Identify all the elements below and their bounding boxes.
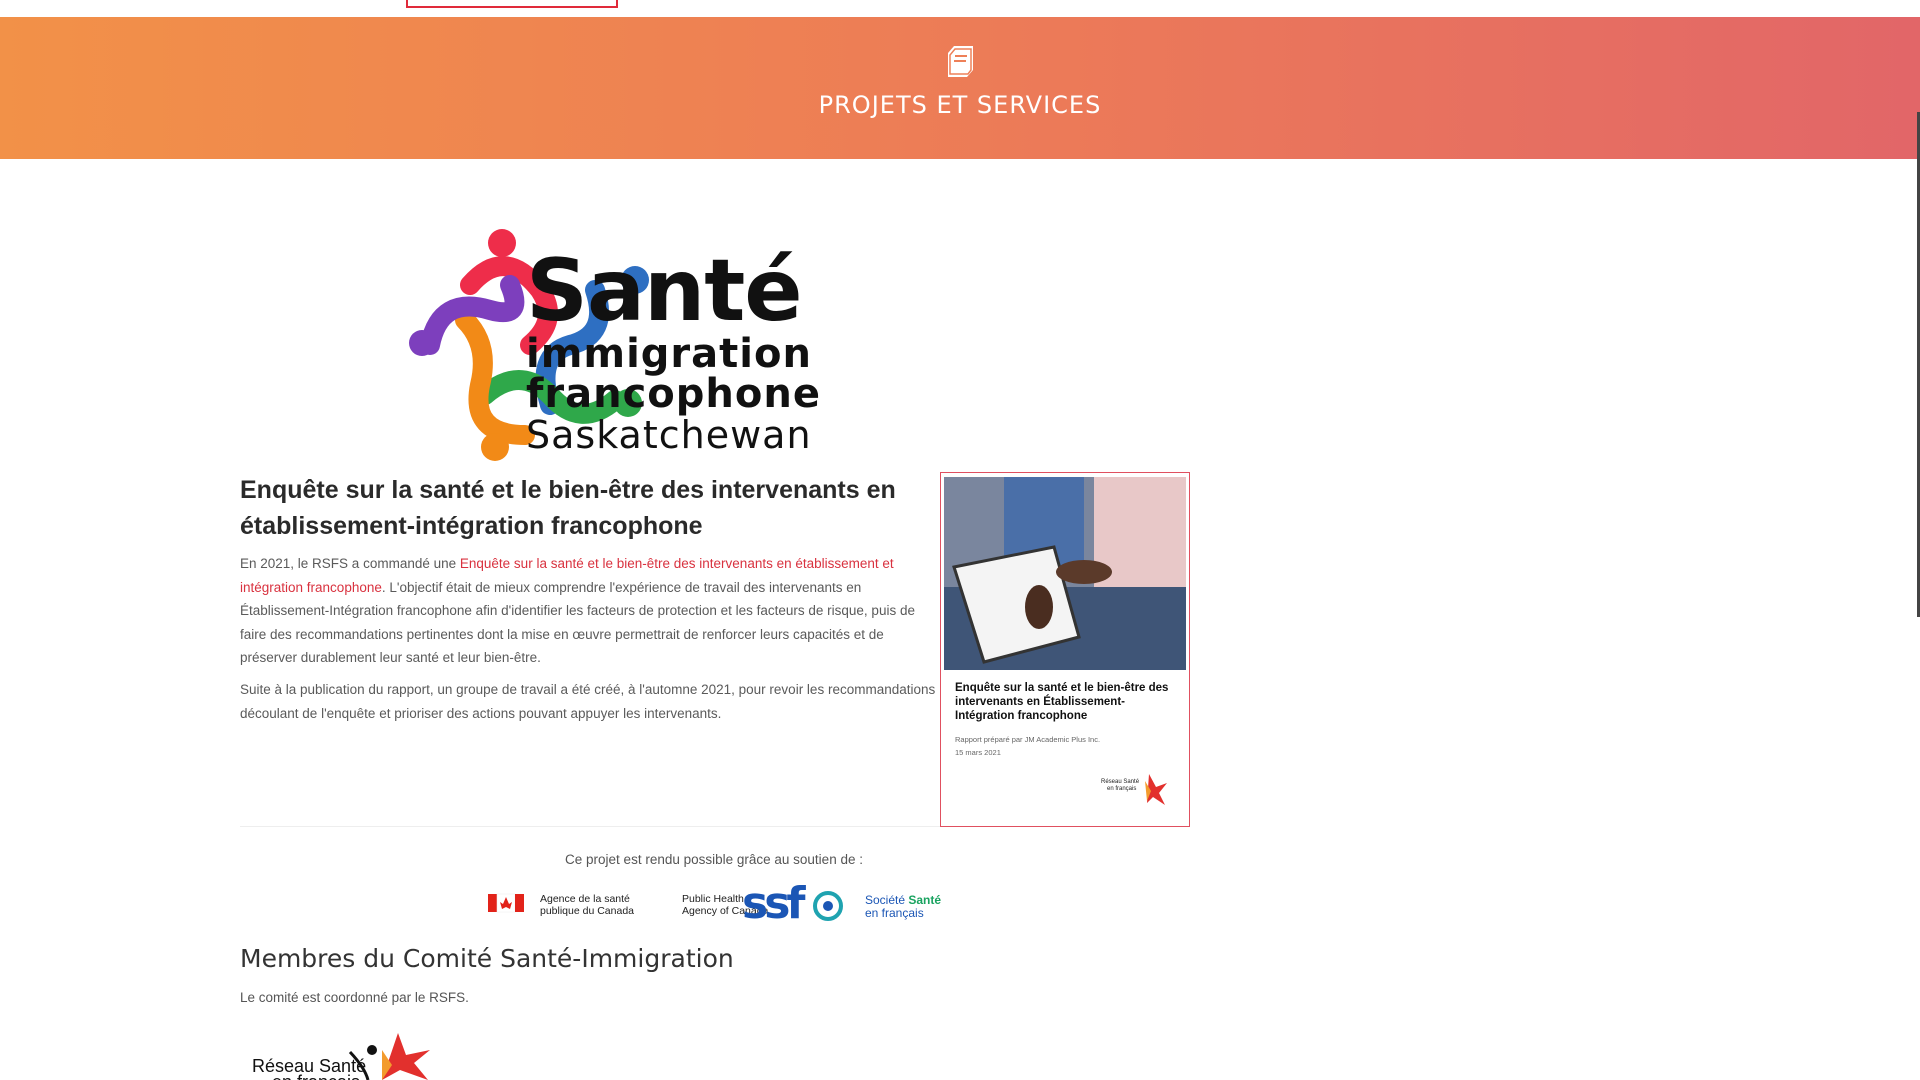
- phac-fr-line-1: Agence de la santé: [540, 893, 630, 905]
- svg-text:Réseau Santé: Réseau Santé: [1101, 779, 1140, 785]
- rsfs-logo-text-2: en français: [272, 1072, 360, 1080]
- report-date: 15 mars 2021: [955, 748, 1001, 757]
- top-strip: [0, 0, 1920, 17]
- phac-en-line-1: Public Health: [682, 893, 744, 905]
- section-divider: [240, 826, 940, 827]
- sponsor-logos-graphic: Agence de la santé publique du Canada Pu…: [488, 878, 941, 929]
- logo-line-saskatchewan: Saskatchewan: [526, 413, 812, 457]
- article-paragraph-1: En 2021, le RSFS a commandé une Enquête …: [240, 552, 940, 670]
- logo-line-sante: Santé: [526, 241, 803, 341]
- committee-heading: Membres du Comité Santé-Immigration: [240, 944, 734, 973]
- report-cover-image[interactable]: Enquête sur la santé et le bien-être des…: [940, 472, 1190, 827]
- nav-highlight-bracket: [406, 0, 618, 8]
- paragraph-text: En 2021, le RSFS a commandé une: [240, 556, 460, 571]
- ssf-logo-mark: ssf: [742, 878, 806, 929]
- sante-immigration-logo-text: Santé immigration francophone Saskatchew…: [526, 248, 821, 456]
- report-photo: [944, 477, 1186, 670]
- rsfs-logo-icon: Réseau Santé en français: [252, 1033, 430, 1080]
- article-heading: Enquête sur la santé et le bien-être des…: [240, 476, 896, 540]
- logo-line-immigration: immigration: [526, 331, 812, 377]
- sponsor-logos: Agence de la santé publique du Canada Pu…: [488, 878, 948, 934]
- ssf-name-line-1: Société Santé: [865, 893, 941, 907]
- support-text: Ce projet est rendu possible grâce au so…: [565, 852, 863, 867]
- page-title: PROJETS ET SERVICES: [818, 91, 1102, 119]
- ssf-name-societe: Société: [865, 893, 908, 907]
- ssf-name-line-2: en français: [865, 906, 924, 920]
- book-icon: [948, 46, 973, 77]
- ssf-name-sante: Santé: [908, 893, 941, 907]
- report-title: Enquête sur la santé et le bien-être des…: [955, 682, 1169, 722]
- svg-text:en français: en français: [1107, 786, 1136, 792]
- rsfs-small-logo-icon: Réseau Santé en français: [1101, 774, 1167, 805]
- report-subtitle: Rapport préparé par JM Academic Plus Inc…: [955, 735, 1101, 744]
- logo-line-francophone: francophone: [526, 371, 821, 417]
- article-paragraph-2: Suite à la publication du rapport, un gr…: [240, 682, 936, 721]
- committee-coordinated-text: Le comité est coordonné par le RSFS.: [240, 990, 469, 1005]
- phac-fr-line-2: publique du Canada: [540, 905, 634, 917]
- page-banner: PROJETS ET SERVICES: [0, 17, 1920, 159]
